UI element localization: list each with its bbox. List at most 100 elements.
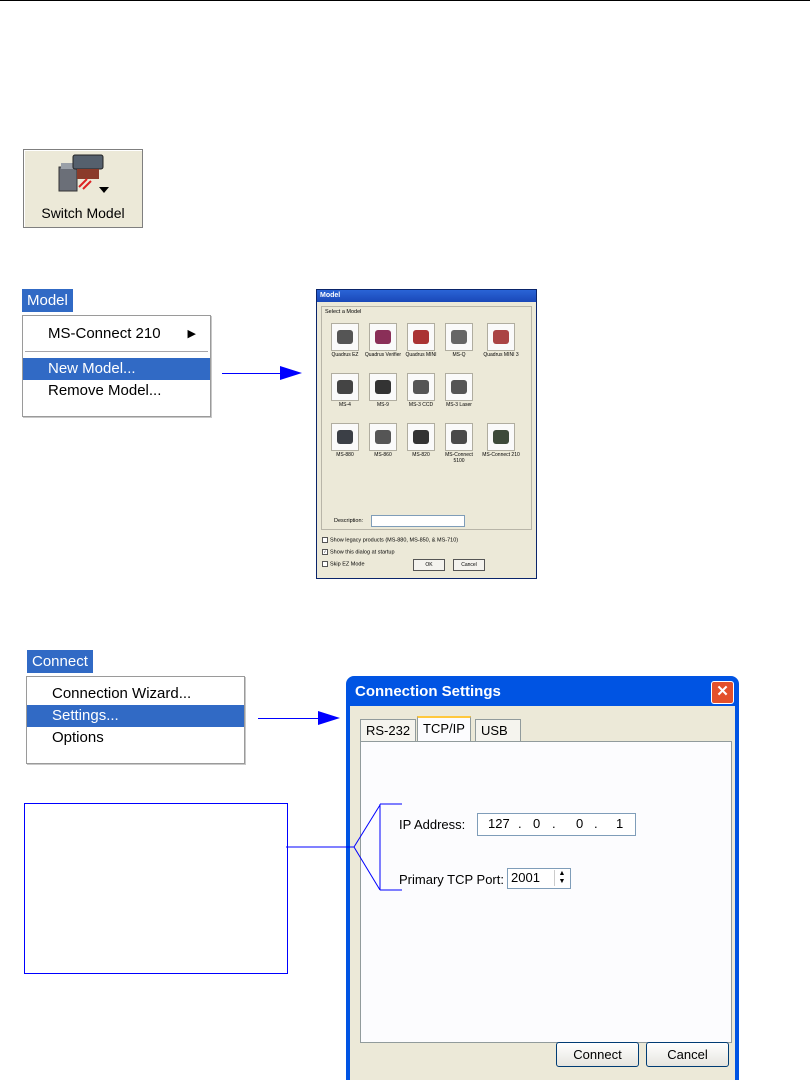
device-shape bbox=[451, 430, 467, 444]
arrow-line bbox=[258, 718, 320, 719]
model-tile[interactable]: MS-860 bbox=[364, 423, 402, 458]
model-name: MS-3 Laser bbox=[446, 402, 472, 408]
model-menu-title[interactable]: Model bbox=[22, 289, 73, 312]
switch-model-label: Switch Model bbox=[41, 205, 125, 221]
arrow-head-icon bbox=[280, 366, 302, 380]
scanner-model-icon bbox=[369, 373, 397, 401]
model-tile[interactable]: MS-Q bbox=[440, 323, 478, 358]
scanner-model-icon bbox=[331, 373, 359, 401]
scanner-model-icon bbox=[331, 423, 359, 451]
ip-dot: . bbox=[518, 816, 522, 831]
menu-item-remove-model[interactable]: Remove Model... bbox=[23, 380, 210, 402]
device-shape bbox=[413, 330, 429, 344]
ok-button[interactable]: OK bbox=[413, 559, 445, 571]
menu-item-ms-connect-210[interactable]: MS-Connect 210 ▶ bbox=[23, 323, 210, 345]
top-rule bbox=[0, 0, 810, 1]
model-name: Quadrus Verifier bbox=[364, 352, 402, 358]
checkbox-label: Show this dialog at startup bbox=[330, 549, 395, 556]
model-tile[interactable]: MS-9 bbox=[364, 373, 402, 408]
device-shape bbox=[451, 380, 467, 394]
checkbox-label: Show legacy products (MS-880, MS-850, & … bbox=[330, 537, 459, 544]
menu-separator bbox=[25, 351, 208, 352]
menu-item-connection-wizard[interactable]: Connection Wizard... bbox=[27, 683, 244, 705]
model-tile[interactable]: Quadrus Verifier bbox=[364, 323, 402, 358]
device-shape bbox=[337, 380, 353, 394]
model-name: MS-860 bbox=[374, 452, 392, 458]
menu-item-label: Options bbox=[52, 729, 104, 746]
model-name: MS-3 CCD bbox=[408, 402, 434, 408]
tab-rs-232[interactable]: RS-232 bbox=[360, 719, 417, 741]
scanner-switch-icon bbox=[58, 154, 109, 193]
model-dialog: Model Select a Model Quadrus EZ Quadrus V… bbox=[316, 289, 537, 579]
startup-checkbox[interactable]: ✓ Show this dialog at startup bbox=[322, 549, 395, 555]
scanner-model-icon bbox=[407, 323, 435, 351]
skip-ez-checkbox[interactable]: Skip EZ Mode bbox=[322, 561, 365, 567]
close-icon[interactable]: ✕ bbox=[711, 681, 734, 704]
connect-menu: Connection Wizard... Settings... Options bbox=[26, 676, 245, 764]
menu-item-label: New Model... bbox=[48, 360, 136, 377]
tcp-port-spinner[interactable]: 2001 ▲ ▼ bbox=[507, 868, 571, 889]
model-tile[interactable]: MS-Connect 5100 bbox=[440, 423, 478, 464]
device-shape bbox=[451, 330, 467, 344]
model-name: MS-Q bbox=[452, 352, 466, 358]
connect-button[interactable]: Connect bbox=[556, 1042, 639, 1067]
model-tile[interactable]: Quadrus MINI 3 bbox=[482, 323, 520, 358]
device-shape bbox=[413, 380, 429, 394]
legacy-checkbox[interactable]: Show legacy products (MS-880, MS-850, & … bbox=[322, 537, 458, 543]
spinner-arrows-icon[interactable]: ▲ ▼ bbox=[554, 870, 569, 886]
model-tile[interactable]: MS-Connect 210 bbox=[482, 423, 520, 458]
scanner-model-icon bbox=[407, 373, 435, 401]
checkbox-checked-icon: ✓ bbox=[322, 549, 328, 555]
device-shape bbox=[493, 430, 509, 444]
scanner-model-icon bbox=[487, 423, 515, 451]
cancel-button[interactable]: Cancel bbox=[453, 559, 485, 571]
switch-model-button[interactable]: Switch Model bbox=[23, 149, 143, 228]
ip-dot: . bbox=[594, 816, 598, 831]
scanner-model-icon bbox=[407, 423, 435, 451]
device-shape bbox=[493, 330, 509, 344]
ip-octet: 127 bbox=[488, 816, 510, 831]
cancel-button[interactable]: Cancel bbox=[646, 1042, 729, 1067]
model-tile[interactable]: MS-3 CCD bbox=[402, 373, 440, 408]
checkbox-icon bbox=[322, 537, 328, 543]
model-tile[interactable]: MS-3 Laser bbox=[440, 373, 478, 408]
scanner-model-icon bbox=[445, 323, 473, 351]
menu-item-new-model[interactable]: New Model... bbox=[23, 358, 210, 380]
device-shape bbox=[337, 430, 353, 444]
primary-tcp-port-label: Primary TCP Port: bbox=[399, 872, 504, 887]
description-field[interactable] bbox=[371, 515, 465, 527]
model-select-group: Select a Model Quadrus EZ Quadrus Verifie… bbox=[321, 306, 532, 530]
menu-item-options[interactable]: Options bbox=[27, 727, 244, 749]
model-tile[interactable]: Quadrus MINI bbox=[402, 323, 440, 358]
menu-item-settings[interactable]: Settings... bbox=[27, 705, 244, 727]
tab-usb[interactable]: USB bbox=[475, 719, 521, 741]
scanner-model-icon bbox=[445, 373, 473, 401]
connect-menu-title[interactable]: Connect bbox=[27, 650, 93, 673]
group-label: Select a Model bbox=[325, 309, 362, 315]
callout-box bbox=[24, 803, 288, 974]
dialog-title: Connection Settings bbox=[355, 683, 501, 700]
ip-address-label: IP Address: bbox=[399, 817, 466, 832]
model-tile[interactable]: MS-4 bbox=[326, 373, 364, 408]
model-name: MS-4 bbox=[339, 402, 351, 408]
scanner-model-icon bbox=[487, 323, 515, 351]
submenu-arrow-icon: ▶ bbox=[187, 328, 196, 340]
model-name: MS-820 bbox=[412, 452, 430, 458]
scanner-model-icon bbox=[331, 323, 359, 351]
model-tile[interactable]: MS-820 bbox=[402, 423, 440, 458]
ip-address-field[interactable]: 127 . 0 . 0 . 1 bbox=[477, 813, 636, 836]
checkbox-label: Skip EZ Mode bbox=[330, 561, 365, 568]
description-label: Description: bbox=[334, 518, 364, 524]
arrow-head-icon bbox=[318, 711, 340, 725]
ip-octet: 0 bbox=[576, 816, 584, 831]
arrow-line bbox=[222, 373, 282, 374]
ip-octet: 1 bbox=[616, 816, 624, 831]
device-shape bbox=[337, 330, 353, 344]
tab-tcp-ip[interactable]: TCP/IP bbox=[417, 716, 471, 743]
model-menu: MS-Connect 210 ▶ New Model... Remove Mod… bbox=[22, 315, 211, 417]
menu-item-label: Connection Wizard... bbox=[52, 685, 192, 702]
model-tile[interactable]: Quadrus EZ bbox=[326, 323, 364, 358]
model-name: MS-9 bbox=[377, 402, 389, 408]
model-tile[interactable]: MS-880 bbox=[326, 423, 364, 458]
menu-item-label: Remove Model... bbox=[48, 382, 162, 399]
